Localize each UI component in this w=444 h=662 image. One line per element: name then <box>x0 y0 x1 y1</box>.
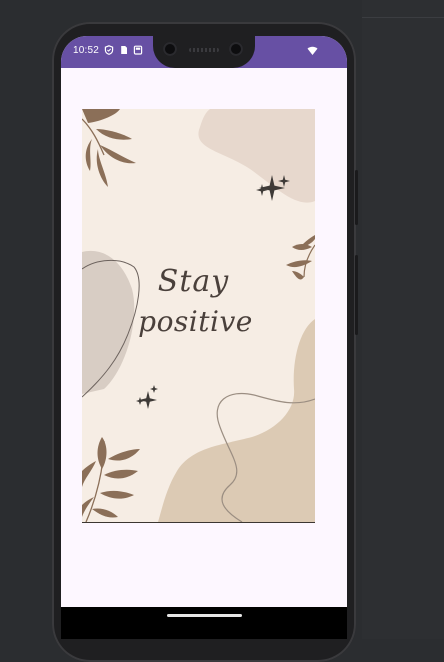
poster-edge-line <box>82 522 315 523</box>
ide-divider <box>362 17 444 18</box>
camera-notch <box>153 36 255 68</box>
ide-side-panel <box>362 0 444 639</box>
device-screen: 10:52 Stay positive <box>61 36 347 639</box>
sim-card-icon <box>121 46 127 54</box>
front-camera-right <box>229 42 243 56</box>
shield-icon <box>104 45 114 55</box>
poster-image: Stay positive <box>82 109 315 522</box>
volume-button[interactable] <box>355 255 358 335</box>
organic-blob-top <box>198 109 315 203</box>
front-camera-left <box>163 42 177 56</box>
navigation-bar <box>61 607 347 639</box>
leaf-branch-bottom-left <box>82 437 140 522</box>
poster-title-line1: Stay <box>157 264 230 299</box>
storage-icon <box>133 45 143 55</box>
home-gesture-pill[interactable] <box>167 614 242 617</box>
organic-blob-bottom <box>158 319 315 522</box>
leaf-branch-top-left <box>82 109 136 187</box>
status-time: 10:52 <box>73 45 100 56</box>
power-button[interactable] <box>355 170 358 225</box>
wifi-icon <box>307 46 318 55</box>
earpiece-speaker <box>189 48 219 52</box>
status-bar: 10:52 <box>61 36 347 68</box>
sparkle-icon-bottom <box>136 385 158 409</box>
poster-title-line2: positive <box>138 305 253 338</box>
